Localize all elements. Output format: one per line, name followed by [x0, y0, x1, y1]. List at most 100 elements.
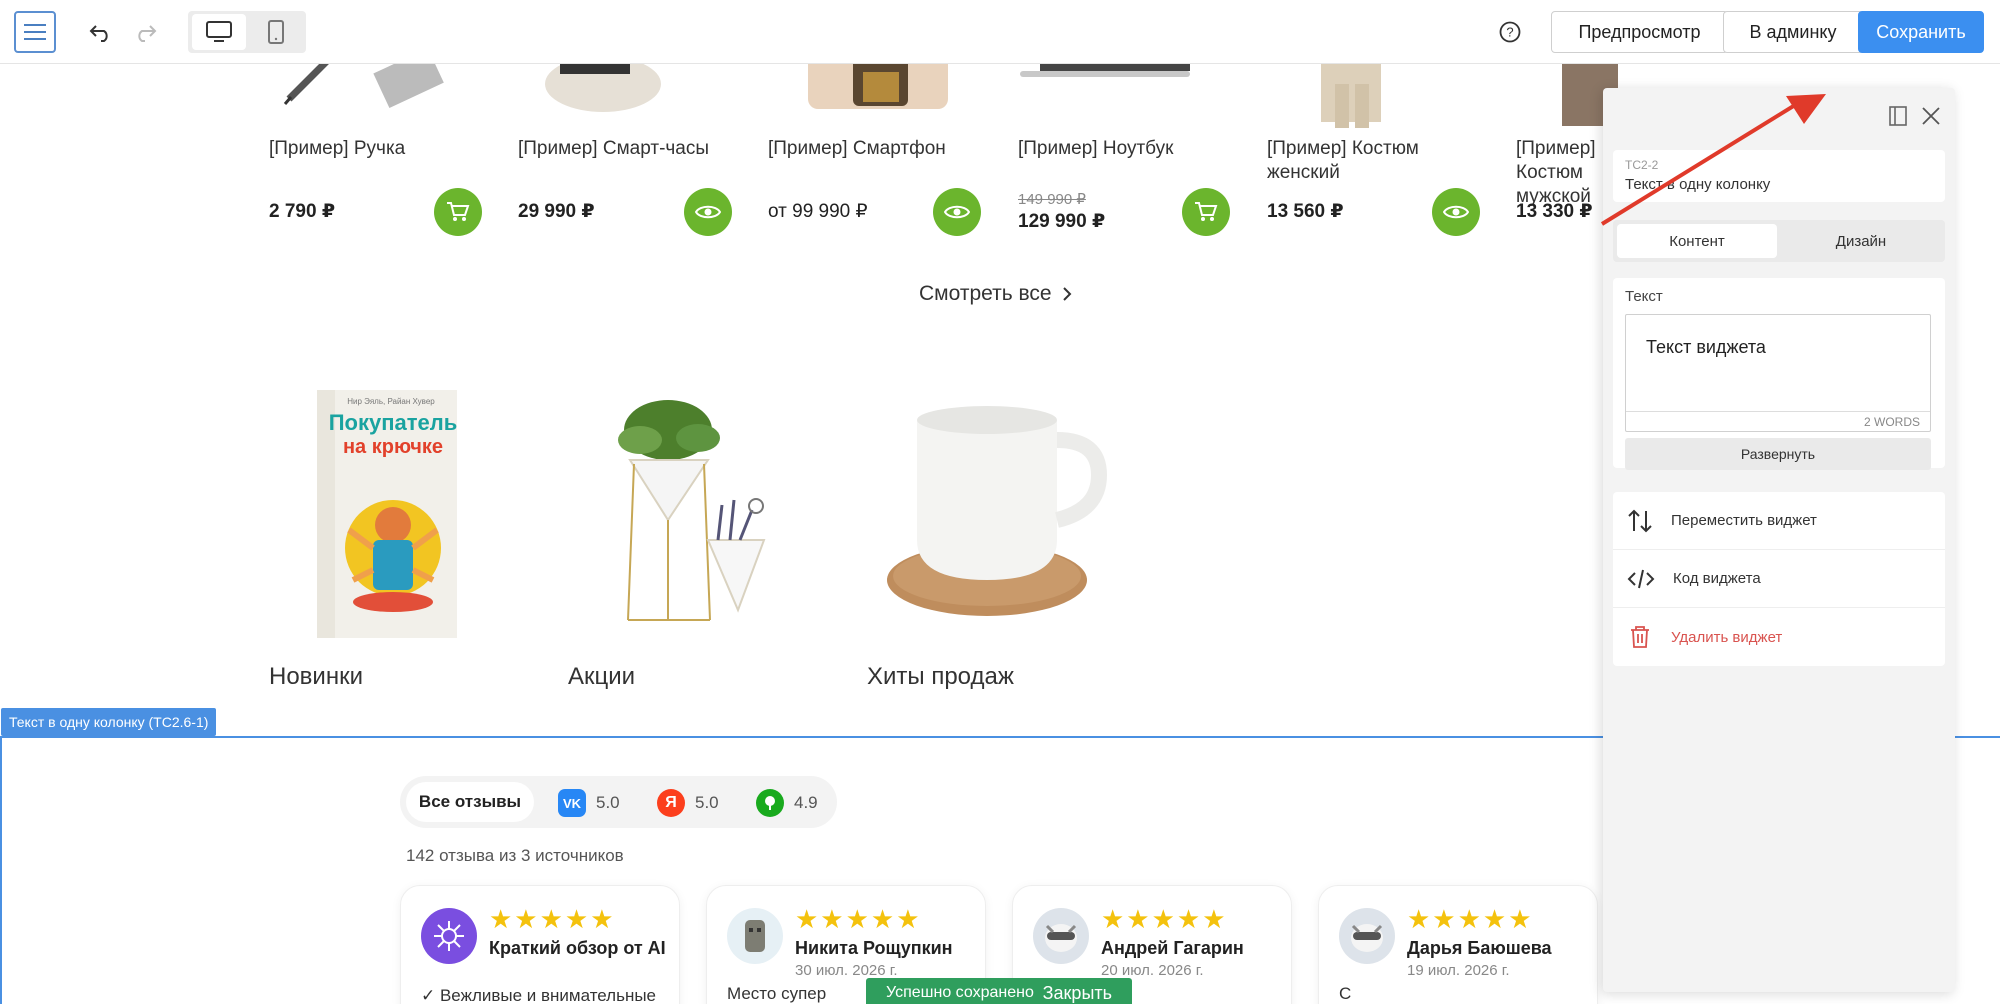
category-image-mug — [887, 406, 1107, 616]
admin-button[interactable]: В админку — [1723, 11, 1863, 53]
quick-view-button[interactable] — [1432, 188, 1480, 236]
product-price: 2 790 ₽ — [269, 201, 336, 222]
avatar — [1339, 908, 1395, 964]
filter-source-yandex[interactable]: Я 5.0 — [657, 789, 719, 817]
category-image-book: Нир Эяль, Райан Хувер Покупатель на крюч… — [317, 390, 458, 638]
review-card[interactable]: ★★★★★ Дарья Баюшева 19 июл. 2026 г. С — [1318, 885, 1598, 1004]
product-image-suit-women — [1267, 64, 1467, 128]
quick-view-button[interactable] — [933, 188, 981, 236]
widget-code-button[interactable]: Код виджета — [1613, 550, 1945, 608]
filter-all-reviews[interactable]: Все отзывы — [406, 782, 534, 822]
menu-button[interactable] — [14, 11, 56, 53]
see-all-link[interactable]: Смотреть все — [919, 282, 1072, 306]
toast-close-button[interactable]: Закрыть — [1043, 983, 1112, 1004]
product-name[interactable]: [Пример] Костюм женский — [1267, 137, 1487, 185]
filter-source-vk[interactable]: VK 5.0 — [558, 789, 620, 817]
book-title-line2: на крючке — [343, 436, 443, 458]
category-label[interactable]: Новинки — [269, 663, 363, 691]
widget-actions: Переместить виджет Код виджета Удалить в… — [1613, 492, 1945, 666]
desktop-icon — [206, 21, 232, 42]
move-icon — [1628, 509, 1652, 532]
chevron-right-icon — [1062, 287, 1072, 301]
review-date: 20 июл. 2026 г. — [1101, 962, 1204, 979]
action-label: Код виджета — [1673, 570, 1761, 587]
move-widget-button[interactable]: Переместить виджет — [1613, 492, 1945, 550]
category-label[interactable]: Хиты продаж — [867, 663, 1014, 691]
product-name[interactable]: [Пример] Ручка — [269, 137, 489, 161]
action-label: Удалить виджет — [1671, 628, 1783, 646]
product-image-watch — [518, 64, 718, 124]
product-image-phone — [768, 64, 968, 124]
yandex-icon: Я — [657, 789, 685, 817]
see-all-label: Смотреть все — [919, 282, 1052, 305]
source-rating: 4.9 — [794, 793, 818, 812]
product-name[interactable]: [Пример] Ноутбук — [1018, 137, 1238, 161]
product-name[interactable]: [Пример] Смарт-часы — [518, 137, 738, 161]
text-editor-value[interactable]: Текст виджета — [1646, 337, 1766, 358]
filter-source-2gis[interactable]: 4.9 — [756, 789, 818, 817]
delete-widget-button[interactable]: Удалить виджет — [1613, 608, 1945, 666]
help-button[interactable]: ? — [1496, 18, 1524, 46]
product-name[interactable]: [Пример] Смартфон — [768, 137, 988, 161]
reviewer-name: Никита Рощупкин — [795, 938, 953, 958]
book-authors: Нир Эяль, Райан Хувер — [347, 397, 435, 406]
cart-icon — [1195, 202, 1218, 221]
product-old-price: 149 990 ₽ — [1018, 191, 1086, 208]
action-label: Переместить виджет — [1671, 512, 1817, 529]
section-border-left — [0, 736, 2, 1004]
redo-icon — [138, 25, 157, 42]
trash-icon — [1631, 626, 1649, 648]
preview-button[interactable]: Предпросмотр — [1551, 11, 1728, 53]
reviewer-name: Андрей Гагарин — [1101, 938, 1244, 958]
text-field-block: Текст Текст виджета 2 WORDS Развернуть — [1613, 278, 1945, 470]
redo-button[interactable] — [130, 18, 160, 46]
product-price: 29 990 ₽ — [518, 201, 595, 222]
rating-stars: ★★★★★ — [1101, 904, 1228, 934]
selected-section-tag[interactable]: Текст в одну колонку (TC2.6-1) — [1, 708, 217, 736]
review-date: 30 июл. 2026 г. — [795, 962, 898, 979]
review-text: ✓ Вежливые и внимательные — [421, 986, 657, 1004]
word-count: 2 WORDS — [1626, 411, 1930, 431]
eye-icon — [695, 205, 721, 219]
product-image-pen — [269, 64, 469, 124]
product-price: 129 990 ₽ — [1018, 211, 1106, 232]
close-icon[interactable] — [1921, 106, 1941, 126]
text-field-label: Текст — [1625, 288, 1663, 305]
rating-stars: ★★★★★ — [489, 904, 616, 934]
review-text: Место супер — [727, 984, 827, 1003]
eye-icon — [1443, 205, 1469, 219]
category-label[interactable]: Акции — [568, 663, 635, 691]
desktop-view-button[interactable] — [192, 14, 246, 50]
avatar — [1033, 908, 1089, 964]
source-rating: 5.0 — [695, 793, 719, 812]
ai-avatar-icon — [421, 908, 477, 964]
dock-panel-icon[interactable] — [1889, 106, 1907, 126]
mobile-view-button[interactable] — [250, 14, 302, 50]
eye-icon — [944, 205, 970, 219]
reviewer-name: Дарья Баюшева — [1407, 938, 1552, 958]
add-to-cart-button[interactable] — [434, 188, 482, 236]
expand-button[interactable]: Развернуть — [1625, 438, 1931, 470]
help-icon: ? — [1499, 21, 1521, 43]
cart-icon — [447, 202, 470, 221]
svg-text:?: ? — [1506, 25, 1513, 40]
product-image-laptop — [1018, 64, 1218, 124]
text-editor[interactable]: Текст виджета 2 WORDS — [1625, 314, 1931, 432]
product-price: 13 330 ₽ — [1516, 201, 1593, 222]
add-to-cart-button[interactable] — [1182, 188, 1230, 236]
vk-icon: VK — [558, 789, 586, 817]
save-button[interactable]: Сохранить — [1858, 11, 1984, 53]
review-count: 142 отзыва из 3 источников — [406, 846, 624, 865]
2gis-icon — [756, 789, 784, 817]
review-card-ai[interactable]: ★★★★★ Краткий обзор от AI ✓ Вежливые и в… — [400, 885, 680, 1004]
top-toolbar: ? Предпросмотр В админку Сохранить — [0, 0, 2000, 64]
product-price: от 99 990 ₽ — [768, 201, 868, 222]
book-title-line1: Покупатель — [329, 410, 458, 435]
undo-button[interactable] — [86, 18, 116, 46]
product-price: 13 560 ₽ — [1267, 201, 1344, 222]
annotation-arrow-icon — [1600, 94, 1826, 226]
quick-view-button[interactable] — [684, 188, 732, 236]
hamburger-icon — [24, 24, 46, 40]
code-icon — [1627, 569, 1655, 588]
undo-icon — [89, 25, 108, 42]
